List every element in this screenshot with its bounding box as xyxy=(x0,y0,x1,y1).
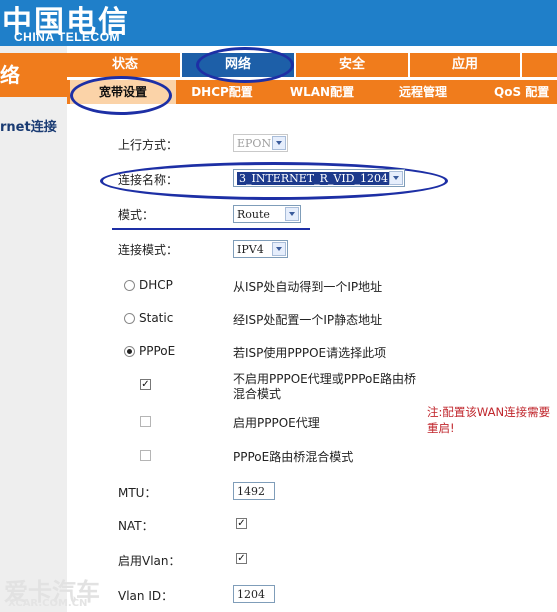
no-proxy-label-line1: 不启用PPPOE代理或PPPoE路由桥 xyxy=(233,372,416,386)
watermark-url: XCAR.COM.CN xyxy=(8,598,88,609)
mode-select[interactable]: Route xyxy=(233,205,301,223)
header-banner: 中国电信 CHINA TELECOM xyxy=(0,0,557,46)
bridge-mode-checkbox[interactable] xyxy=(140,450,151,461)
brand-logo-en: CHINA TELECOM xyxy=(14,30,121,44)
tab-divider xyxy=(520,53,522,77)
subtab-broadband[interactable]: 宽带设置 xyxy=(70,80,176,104)
vlan-enable-checkbox[interactable]: ✓ xyxy=(236,553,247,564)
conn-mode-label: 连接模式： xyxy=(118,243,179,257)
static-label: Static xyxy=(139,311,174,325)
sidebar-section-title: 络 xyxy=(0,53,67,97)
uplink-value: EPON xyxy=(237,137,272,150)
uplink-select: EPON xyxy=(233,134,288,152)
vlan-id-label: Vlan ID： xyxy=(118,589,174,603)
connection-name-label: 连接名称： xyxy=(118,173,179,187)
restart-note: 注:配置该WAN连接需要 重启! xyxy=(427,404,550,436)
subtab-wlan[interactable]: WLAN配置 xyxy=(274,80,370,104)
nat-label: NAT： xyxy=(118,519,154,533)
static-description: 经ISP处配置一个IP静态地址 xyxy=(233,313,383,327)
mode-value: Route xyxy=(237,208,270,221)
connection-name-value: 3_INTERNET_R_VID_1204 xyxy=(237,172,390,185)
uplink-label: 上行方式： xyxy=(118,138,179,152)
pppoe-radio[interactable] xyxy=(124,346,135,357)
mtu-input[interactable]: 1492 xyxy=(233,482,275,500)
mode-label: 模式： xyxy=(118,208,155,222)
tab-security[interactable]: 安全 xyxy=(296,53,408,77)
conn-mode-value: IPV4 xyxy=(237,243,264,256)
no-proxy-checkbox[interactable]: ✓ xyxy=(140,379,151,390)
nat-checkbox[interactable]: ✓ xyxy=(236,518,247,529)
connection-name-select[interactable]: 3_INTERNET_R_VID_1204 xyxy=(233,169,405,187)
subtab-dhcp[interactable]: DHCP配置 xyxy=(176,80,268,104)
tab-apps[interactable]: 应用 xyxy=(410,53,520,77)
sidebar-item-internet[interactable]: rnet连接 xyxy=(0,116,57,135)
dhcp-radio[interactable] xyxy=(124,280,135,291)
pppoe-label: PPPoE xyxy=(139,344,176,358)
bridge-mode-label: PPPoE路由桥混合模式 xyxy=(233,450,354,464)
restart-note-line1: 注:配置该WAN连接需要 xyxy=(427,405,551,419)
dropdown-arrow-icon xyxy=(272,242,286,256)
tab-status[interactable]: 状态 xyxy=(70,53,180,77)
no-proxy-label-line2: 混合模式 xyxy=(233,387,282,401)
proxy-checkbox[interactable] xyxy=(140,416,151,427)
pppoe-description: 若ISP使用PPPOE请选择此项 xyxy=(233,346,387,360)
tab-network[interactable]: 网络 xyxy=(182,53,294,77)
dhcp-label: DHCP xyxy=(139,278,173,292)
proxy-label: 启用PPPOE代理 xyxy=(233,416,320,430)
conn-mode-select[interactable]: IPV4 xyxy=(233,240,288,258)
static-radio[interactable] xyxy=(124,313,135,324)
restart-note-line2: 重启! xyxy=(427,421,455,435)
subtab-qos[interactable]: QoS 配置 xyxy=(476,80,557,104)
annotation-underline-mode xyxy=(112,228,310,230)
vlan-id-input[interactable]: 1204 xyxy=(233,585,275,603)
mtu-label: MTU： xyxy=(118,486,157,500)
subtab-remote[interactable]: 远程管理 xyxy=(376,80,470,104)
dropdown-arrow-icon xyxy=(389,171,403,185)
dropdown-arrow-icon xyxy=(285,207,299,221)
dropdown-arrow-icon xyxy=(272,136,286,150)
vlan-enable-label: 启用Vlan： xyxy=(118,554,181,568)
no-proxy-label: 不启用PPPOE代理或PPPoE路由桥 混合模式 xyxy=(233,372,416,402)
dhcp-description: 从ISP处自动得到一个IP地址 xyxy=(233,280,383,294)
